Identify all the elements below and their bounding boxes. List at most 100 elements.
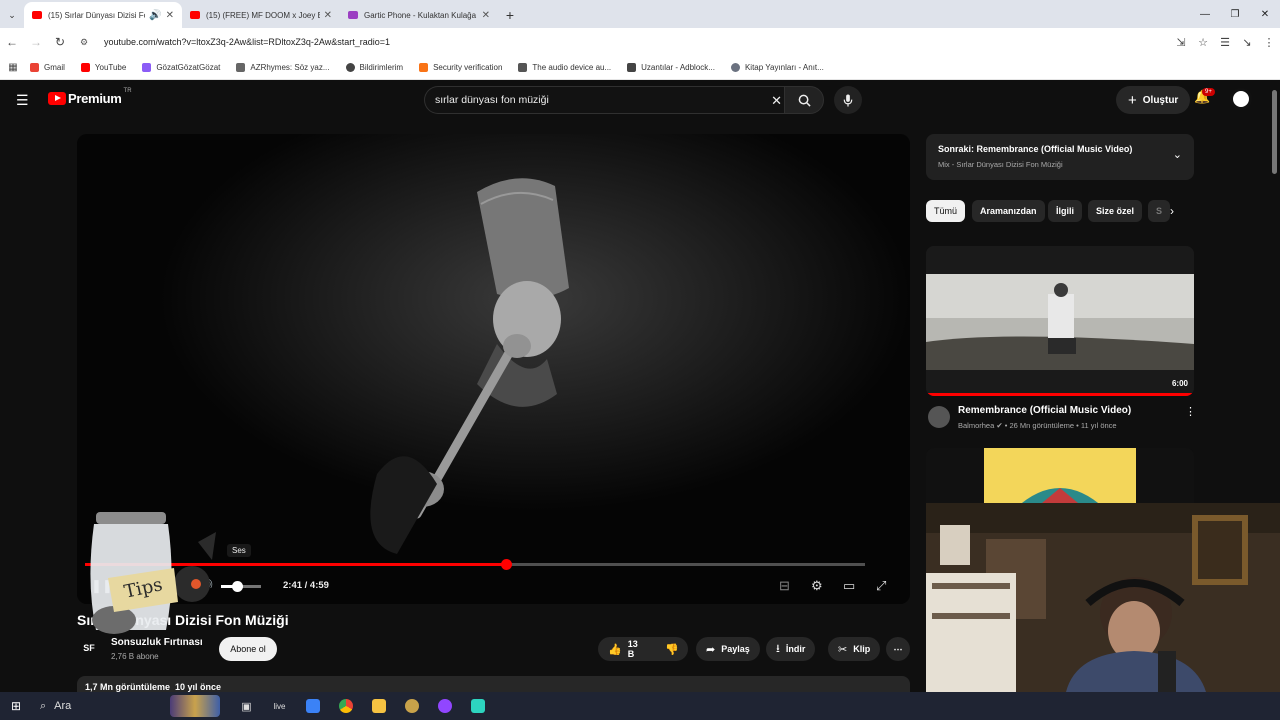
tip-jar-overlay: Tips xyxy=(66,512,226,642)
watched-bar xyxy=(926,393,1194,396)
volume-slider[interactable] xyxy=(221,581,261,592)
league-icon[interactable] xyxy=(395,692,428,720)
windows-taskbar: ⊞ ⌕ Ara ▣ live xyxy=(0,692,1280,720)
bookmark-bildirimlerim[interactable]: Bildirimlerim xyxy=(345,63,403,72)
up-next-panel[interactable]: Sonraki: Remembrance (Official Music Vid… xyxy=(926,134,1194,180)
subscribe-button[interactable]: Abone ol xyxy=(219,637,277,661)
bookmark-star-icon[interactable]: ☆ xyxy=(1192,36,1214,49)
address-bar[interactable]: ⚙ youtube.com/watch?v=ltoxZ3q-2Aw&list=R… xyxy=(80,32,1200,52)
restore-icon[interactable]: ❐ xyxy=(1220,0,1250,28)
bookmark-azrhymes[interactable]: AZRhymes: Söz yaz... xyxy=(236,63,330,72)
tab-close-icon[interactable]: ✕ xyxy=(482,10,490,21)
tab-search-icon[interactable]: ⌄ xyxy=(0,2,24,28)
install-app-icon[interactable]: ⇲ xyxy=(1170,36,1192,49)
reload-icon[interactable]: ↻ xyxy=(48,35,72,49)
menu-icon[interactable]: ☰ xyxy=(16,92,29,109)
gmail-icon xyxy=(30,63,39,72)
taskview-icon[interactable]: ▣ xyxy=(230,692,263,720)
site-info-icon[interactable]: ⚙ xyxy=(80,37,94,48)
webcam-image xyxy=(926,503,1280,692)
chevron-down-icon[interactable]: ⌄ xyxy=(1173,148,1182,161)
chip-more[interactable]: S xyxy=(1148,200,1171,222)
thumbs-up-icon: 👍 xyxy=(608,643,622,656)
create-button[interactable]: + Oluştur xyxy=(1116,86,1191,114)
volume-knob[interactable] xyxy=(232,581,243,592)
settings-gear-icon[interactable]: ⚙ xyxy=(811,578,823,594)
gartic-favicon-icon xyxy=(348,11,358,19)
like-button[interactable]: 👍 13 B xyxy=(598,637,656,661)
share-button[interactable]: ➦ Paylaş xyxy=(696,637,760,661)
forward-icon[interactable]: → xyxy=(24,35,48,49)
tab-title: (15) (FREE) MF DOOM x Joey B xyxy=(206,10,320,20)
channel-subscribers: 2,76 B abone xyxy=(111,652,159,661)
search-input[interactable]: sırlar dünyası fon müziği ✕ xyxy=(424,86,790,114)
clip-button[interactable]: ✂ Klip xyxy=(828,637,881,661)
taskbar-search[interactable]: ⌕ Ara xyxy=(32,692,170,720)
description-box[interactable]: 1,7 Mn görüntüleme 10 yıl önce xyxy=(77,676,910,692)
recommended-thumbnail[interactable]: 6:00 xyxy=(926,246,1194,396)
bookmark-gozat[interactable]: GözatGözatGözat xyxy=(142,63,220,72)
chip-all[interactable]: Tümü xyxy=(926,200,966,222)
tab-close-icon[interactable]: ✕ xyxy=(324,10,332,21)
account-avatar[interactable] xyxy=(1230,88,1252,110)
duration-badge: 6:00 xyxy=(1171,379,1188,388)
bookmark-gmail[interactable]: Gmail xyxy=(30,63,65,72)
app-icon[interactable] xyxy=(461,692,494,720)
minimize-icon[interactable]: — xyxy=(1190,0,1220,28)
more-icon: ⋯ xyxy=(893,643,903,654)
recommended-title[interactable]: Remembrance (Official Music Video) xyxy=(958,405,1131,416)
live-icon[interactable]: live xyxy=(263,692,296,720)
browser-tabbar: ⌄ (15) Sırlar Dünyası Dizisi Fo 🔊 ✕ (15)… xyxy=(0,0,1280,28)
gozat-icon xyxy=(142,63,152,72)
tab-youtube-mfdoom[interactable]: (15) (FREE) MF DOOM x Joey B ✕ xyxy=(182,2,340,28)
back-icon[interactable]: ← xyxy=(0,35,24,49)
subtitles-icon[interactable]: ⊟ xyxy=(779,578,790,594)
audio-icon[interactable]: 🔊 xyxy=(149,10,161,21)
chip-from-search[interactable]: Aramanızdan xyxy=(972,200,1045,222)
bookmark-uzantilar[interactable]: Uzantılar - Adblock... xyxy=(627,63,715,72)
tab-youtube-sirlar[interactable]: (15) Sırlar Dünyası Dizisi Fo 🔊 ✕ xyxy=(24,2,182,28)
chevron-right-icon[interactable]: › xyxy=(1170,204,1174,218)
twitch-icon[interactable] xyxy=(428,692,461,720)
chip-related[interactable]: İlgili xyxy=(1048,200,1082,222)
chrome-icon[interactable] xyxy=(329,692,362,720)
voice-search-button[interactable] xyxy=(834,86,862,114)
youtube-premium-logo[interactable]: Premium TR xyxy=(48,88,132,106)
tab-close-icon[interactable]: ✕ xyxy=(166,10,174,21)
puzzle-icon xyxy=(627,63,637,72)
apps-grid-icon[interactable]: ▦ xyxy=(0,62,26,73)
search-button[interactable] xyxy=(784,86,824,114)
browser-menu-icon[interactable]: ⋮ xyxy=(1258,36,1280,49)
view-count: 1,7 Mn görüntüleme xyxy=(85,682,171,692)
close-window-icon[interactable]: ✕ xyxy=(1250,0,1280,28)
store-icon[interactable] xyxy=(296,692,329,720)
file-explorer-icon[interactable] xyxy=(362,692,395,720)
more-actions-button[interactable]: ⋯ xyxy=(886,637,910,661)
channel-avatar[interactable] xyxy=(928,406,950,428)
windows-start-icon[interactable]: ⊞ xyxy=(0,699,32,713)
bookmark-youtube[interactable]: YouTube xyxy=(80,63,126,72)
chip-for-you[interactable]: Size özel xyxy=(1088,200,1143,222)
more-vertical-icon[interactable]: ⋮ xyxy=(1185,405,1196,418)
verified-icon: ✔ xyxy=(996,421,1003,430)
fullscreen-icon[interactable]: ⤢ xyxy=(876,578,886,594)
bookmark-audio-device[interactable]: The audio device au... xyxy=(518,63,611,72)
extension-icon[interactable]: ↘ xyxy=(1236,36,1258,49)
dislike-button[interactable]: 👎 xyxy=(656,637,688,661)
search-icon xyxy=(236,63,246,72)
tab-gartic-phone[interactable]: Gartic Phone - Kulaktan Kulağa ✕ xyxy=(340,2,498,28)
download-button[interactable]: ⭳ İndir xyxy=(766,637,816,661)
search-icon: ⌕ xyxy=(40,699,47,712)
new-tab-button[interactable]: + xyxy=(498,2,522,28)
webcam-overlay xyxy=(926,503,1280,692)
reading-list-icon[interactable]: ☰ xyxy=(1214,36,1236,49)
bookmark-kitap[interactable]: Kitap Yayınları - Anıt... xyxy=(730,63,824,72)
search-value: sırlar dünyası fon müziği xyxy=(435,94,549,106)
window-controls: — ❐ ✕ xyxy=(1190,0,1280,28)
search-highlight-image[interactable] xyxy=(170,695,220,717)
download-icon: ⭳ xyxy=(776,642,780,655)
page-scrollbar[interactable] xyxy=(1272,90,1277,174)
theater-mode-icon[interactable]: ▭ xyxy=(843,578,855,594)
bookmark-security[interactable]: Security verification xyxy=(419,63,502,72)
clear-search-icon[interactable]: ✕ xyxy=(771,93,782,109)
